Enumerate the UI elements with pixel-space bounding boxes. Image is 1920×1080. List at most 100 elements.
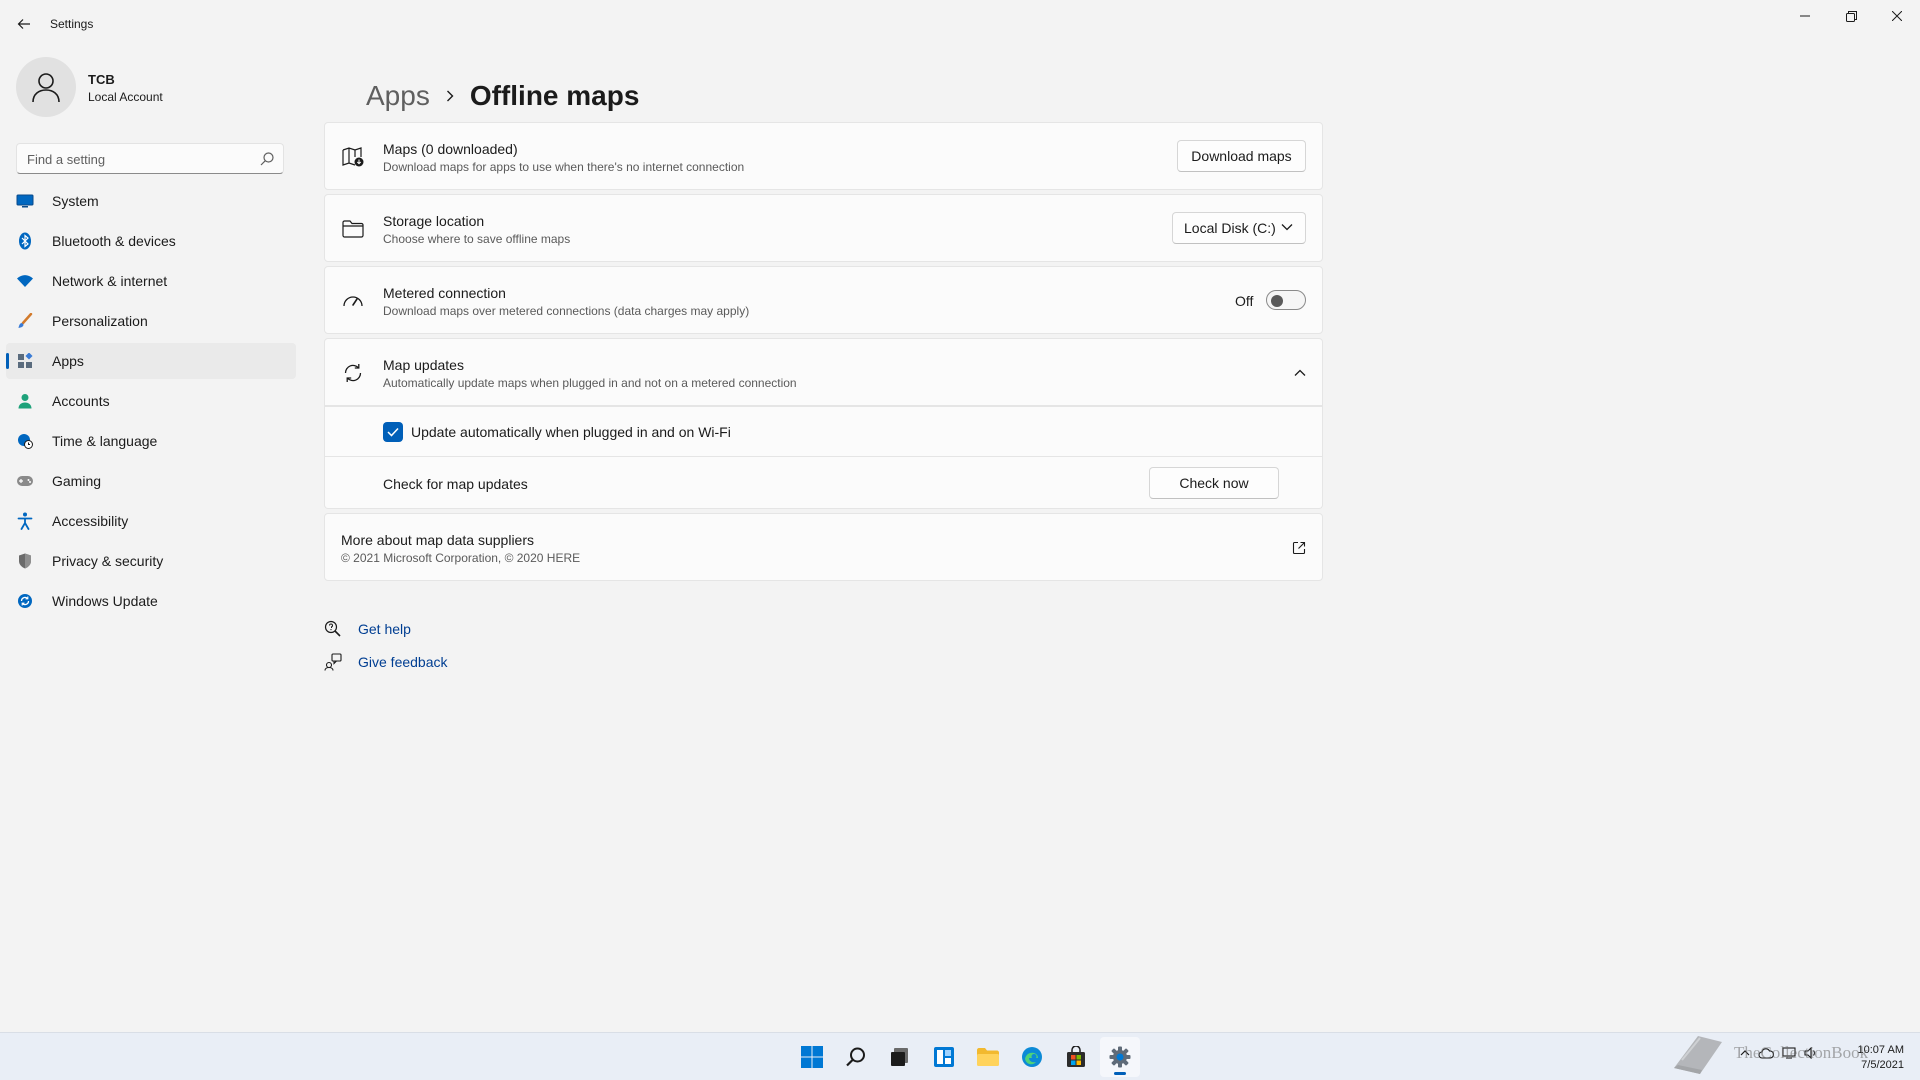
sidebar-item-label: Network & internet: [52, 273, 168, 289]
monitor-icon: [16, 192, 34, 210]
folder-icon: [977, 1048, 999, 1066]
sidebar-item-apps[interactable]: Apps: [6, 343, 296, 379]
gamepad-icon: [16, 472, 34, 490]
sidebar-item-label: System: [52, 193, 99, 209]
taskbar: 10:07 AM 7/5/2021: [0, 1032, 1920, 1080]
give-feedback-link[interactable]: Give feedback: [358, 654, 448, 670]
apps-icon: [16, 352, 34, 370]
sidebar-nav: System Bluetooth & devices Network & int…: [6, 183, 296, 623]
check-now-button[interactable]: Check now: [1149, 467, 1279, 499]
watermark-book-icon: [1674, 1036, 1722, 1074]
close-icon: [1892, 11, 1902, 21]
map-download-icon: [341, 145, 365, 169]
close-button[interactable]: [1874, 0, 1920, 32]
store-button[interactable]: [1056, 1037, 1096, 1077]
search-box[interactable]: [16, 143, 284, 174]
sidebar-item-bluetooth-devices[interactable]: Bluetooth & devices: [6, 223, 296, 259]
update-icon: [16, 592, 34, 610]
sidebar-item-time-language[interactable]: Time & language: [6, 423, 296, 459]
widgets-button[interactable]: [924, 1037, 964, 1077]
minimize-button[interactable]: [1782, 0, 1828, 32]
toggle-knob: [1271, 295, 1283, 307]
sidebar-item-privacy-security[interactable]: Privacy & security: [6, 543, 296, 579]
check-updates-row: Check for map updates Check now: [324, 457, 1323, 509]
accessibility-icon: [16, 512, 34, 530]
widgets-icon: [934, 1047, 954, 1067]
settings-taskbar-button[interactable]: [1100, 1037, 1140, 1077]
give-feedback-row[interactable]: Give feedback: [324, 645, 448, 678]
start-button[interactable]: [792, 1037, 832, 1077]
map-updates-description: Automatically update maps when plugged i…: [383, 376, 797, 390]
search-icon: [846, 1047, 865, 1067]
search-input[interactable]: [27, 150, 247, 168]
minimize-icon: [1800, 15, 1810, 17]
map-updates-card[interactable]: Map updates Automatically update maps wh…: [324, 338, 1323, 406]
storage-location-value: Local Disk (C:): [1184, 220, 1276, 236]
task-view-button[interactable]: [880, 1037, 920, 1077]
taskbar-search-button[interactable]: [836, 1037, 876, 1077]
sidebar-item-label: Windows Update: [52, 593, 158, 609]
sidebar-item-gaming[interactable]: Gaming: [6, 463, 296, 499]
get-help-link[interactable]: Get help: [358, 621, 411, 637]
maps-description: Download maps for apps to use when there…: [383, 160, 745, 174]
metered-title: Metered connection: [383, 285, 506, 301]
sidebar-item-accounts[interactable]: Accounts: [6, 383, 296, 419]
get-help-row[interactable]: Get help: [324, 612, 448, 645]
wifi-icon: [16, 272, 34, 290]
folder-icon: [341, 217, 365, 241]
sidebar-item-network-internet[interactable]: Network & internet: [6, 263, 296, 299]
avatar: [16, 57, 76, 117]
sidebar-item-accessibility[interactable]: Accessibility: [6, 503, 296, 539]
sidebar-item-label: Personalization: [52, 313, 148, 329]
person-silhouette-icon: [32, 73, 60, 103]
profile-account-type: Local Account: [88, 90, 163, 104]
window-title: Settings: [50, 17, 94, 31]
map-suppliers-card[interactable]: More about map data suppliers © 2021 Mic…: [324, 513, 1323, 581]
store-bag-icon: [1067, 1046, 1085, 1067]
task-view-icon: [891, 1048, 908, 1066]
shield-icon: [16, 552, 34, 570]
sidebar-item-label: Accounts: [52, 393, 110, 409]
checkmark-icon: [387, 427, 399, 437]
file-explorer-button[interactable]: [968, 1037, 1008, 1077]
auto-update-row: Update automatically when plugged in and…: [324, 406, 1323, 457]
metered-connection-card: Metered connection Download maps over me…: [324, 266, 1323, 334]
maps-title: Maps (0 downloaded): [383, 141, 518, 157]
profile[interactable]: TCB Local Account: [16, 57, 296, 117]
restore-button[interactable]: [1828, 0, 1874, 32]
sidebar-item-label: Bluetooth & devices: [52, 233, 176, 249]
back-button[interactable]: [10, 10, 38, 38]
metered-connection-toggle[interactable]: [1266, 290, 1306, 310]
person-icon: [16, 392, 34, 410]
bluetooth-icon: [16, 232, 34, 250]
download-maps-button[interactable]: Download maps: [1177, 140, 1306, 172]
search-icon[interactable]: [259, 151, 275, 167]
breadcrumb-parent[interactable]: Apps: [366, 80, 430, 112]
chevron-up-icon[interactable]: [1294, 369, 1306, 377]
storage-location-card: Storage location Choose where to save of…: [324, 194, 1323, 262]
storage-title: Storage location: [383, 213, 485, 229]
storage-location-dropdown[interactable]: Local Disk (C:): [1172, 212, 1306, 244]
watermark-text: TheCollectionBook: [1734, 1043, 1869, 1062]
check-updates-label: Check for map updates: [383, 476, 528, 492]
page-title: Offline maps: [469, 80, 640, 111]
sync-icon: [341, 361, 365, 385]
sidebar-item-label: Time & language: [52, 433, 158, 449]
sidebar-item-personalization[interactable]: Personalization: [6, 303, 296, 339]
metered-description: Download maps over metered connections (…: [383, 304, 750, 318]
help-links: Get help Give feedback: [324, 612, 448, 678]
edge-button[interactable]: [1012, 1037, 1052, 1077]
feedback-icon: [324, 652, 342, 671]
external-link-icon[interactable]: [1292, 541, 1306, 555]
restore-icon: [1845, 10, 1857, 22]
storage-description: Choose where to save offline maps: [383, 232, 571, 246]
chevron-right-icon: [446, 90, 454, 102]
breadcrumb: Apps Offline maps: [366, 78, 639, 114]
sidebar-item-system[interactable]: System: [6, 183, 296, 219]
auto-update-checkbox[interactable]: [383, 422, 403, 442]
auto-update-label: Update automatically when plugged in and…: [411, 424, 731, 440]
sidebar-item-windows-update[interactable]: Windows Update: [6, 583, 296, 619]
suppliers-description: © 2021 Microsoft Corporation, © 2020 HER…: [341, 551, 581, 565]
edge-browser-icon: [1022, 1047, 1042, 1067]
windows-logo-icon: [801, 1046, 823, 1068]
